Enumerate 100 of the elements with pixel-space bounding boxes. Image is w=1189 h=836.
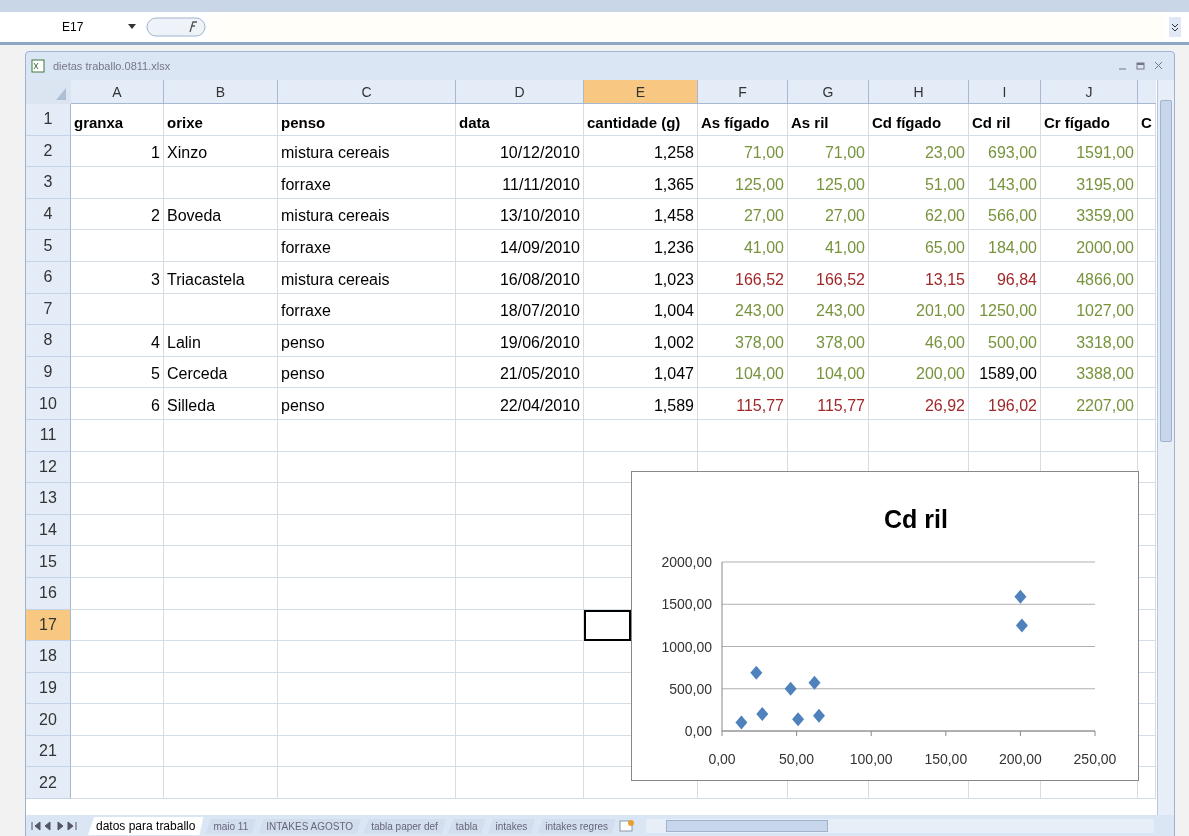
row-header[interactable]: 14	[26, 514, 71, 547]
data-point	[792, 712, 805, 727]
column-header[interactable]: I	[969, 80, 1041, 104]
table-cell: 1,236	[584, 230, 698, 262]
table-cell: 2	[71, 198, 164, 231]
row-header[interactable]: 2	[26, 135, 71, 168]
table-cell: mistura cereais	[278, 135, 456, 168]
column-header[interactable]: B	[164, 80, 278, 104]
table-cell: 21/05/2010	[456, 356, 584, 389]
sheet-tab[interactable]: tabla	[447, 818, 486, 834]
function-icon[interactable]	[146, 17, 206, 37]
sheet-tab[interactable]: intakes	[487, 818, 536, 834]
table-cell: 104,00	[788, 356, 869, 389]
table-cell: 41,00	[788, 230, 869, 262]
table-cell: 5	[71, 356, 164, 389]
table-cell: 51,00	[869, 167, 969, 199]
row-header[interactable]: 4	[26, 198, 71, 231]
row-header[interactable]: 15	[26, 546, 71, 578]
sheet-tab[interactable]: INTAKES AGOSTO	[258, 818, 362, 834]
window-title: dietas traballo.0811.xlsx	[53, 60, 171, 72]
column-header[interactable]: F	[698, 80, 788, 104]
table-cell: 1,047	[584, 356, 698, 389]
table-cell	[1138, 167, 1156, 199]
data-point	[1014, 589, 1027, 604]
maximize-icon[interactable]	[1136, 61, 1146, 71]
table-cell: 4866,00	[1041, 261, 1138, 294]
table-cell: 4	[71, 325, 164, 357]
row-header[interactable]: 13	[26, 483, 71, 515]
table-cell	[1138, 356, 1156, 389]
column-header[interactable]: A	[71, 80, 164, 104]
table-cell: 1,004	[584, 293, 698, 326]
y-axis-label: 1500,00	[661, 596, 712, 613]
row-header[interactable]: 17	[26, 609, 71, 642]
table-cell: 65,00	[869, 230, 969, 262]
row-header[interactable]: 18	[26, 641, 71, 673]
sheet-tab[interactable]: maio 11	[205, 818, 257, 834]
row-header[interactable]: 12	[26, 451, 71, 484]
column-header[interactable]: E	[584, 80, 698, 104]
row-header[interactable]: 6	[26, 261, 71, 294]
table-cell: 200,00	[869, 356, 969, 389]
x-axis-label: 150,00	[924, 751, 968, 767]
table-cell: As ril	[788, 104, 869, 136]
table-cell: 71,00	[788, 135, 869, 168]
table-cell: 2207,00	[1041, 388, 1138, 420]
row-header[interactable]: 3	[26, 167, 71, 199]
row-header[interactable]: 19	[26, 672, 71, 705]
table-cell: 10/12/2010	[456, 135, 584, 168]
chart-area[interactable]: Cd ril 0,00 500,00 1000,00 1500,00 2000,00 0,00 50,00 100,00 150,00 200,00 250,00	[631, 471, 1139, 781]
sheet-tab[interactable]: datos para traballo	[88, 817, 204, 835]
row-header[interactable]: 8	[26, 325, 71, 357]
close-icon[interactable]	[1154, 61, 1164, 71]
table-cell: Cd ril	[969, 104, 1041, 136]
table-cell: penso	[278, 388, 456, 420]
table-cell: 1,002	[584, 325, 698, 357]
table-cell: Cerceda	[164, 356, 278, 389]
column-header[interactable]: H	[869, 80, 969, 104]
row-header[interactable]: 10	[26, 388, 71, 420]
table-cell: 1,258	[584, 135, 698, 168]
expand-icon[interactable]	[1169, 17, 1181, 37]
table-cell: mistura cereais	[278, 261, 456, 294]
new-sheet-icon[interactable]	[618, 819, 637, 833]
table-cell: 1250,00	[969, 293, 1041, 326]
row-header[interactable]: 20	[26, 704, 71, 736]
row-header[interactable]: 7	[26, 293, 71, 326]
caret-icon[interactable]	[128, 24, 136, 30]
table-cell: 3	[71, 261, 164, 294]
table-cell: 1589,00	[969, 356, 1041, 389]
table-cell: Silleda	[164, 388, 278, 420]
table-cell: 500,00	[969, 325, 1041, 357]
column-header[interactable]: D	[456, 80, 584, 104]
table-cell	[1138, 198, 1156, 231]
table-cell: 143,00	[969, 167, 1041, 199]
spreadsheet-icon	[31, 59, 45, 73]
table-cell: 1591,00	[1041, 135, 1138, 168]
sheet-tab[interactable]: tabla paper def	[363, 818, 446, 834]
row-header[interactable]: 22	[26, 767, 71, 800]
table-cell: 115,77	[698, 388, 788, 420]
column-header[interactable]: G	[788, 80, 869, 104]
row-header[interactable]: 21	[26, 735, 71, 768]
selected-cell[interactable]	[584, 609, 631, 642]
row-header[interactable]: 16	[26, 577, 71, 610]
table-cell: 201,00	[869, 293, 969, 326]
table-cell: Xinzo	[164, 135, 278, 168]
table-cell: 23,00	[869, 135, 969, 168]
table-cell: 3195,00	[1041, 167, 1138, 199]
name-box[interactable]: E17	[12, 20, 142, 34]
column-header[interactable]: J	[1041, 80, 1138, 104]
table-cell: 115,77	[788, 388, 869, 420]
table-cell	[1138, 388, 1156, 420]
column-header[interactable]: C	[278, 80, 456, 104]
row-header[interactable]: 5	[26, 230, 71, 262]
row-header[interactable]: 1	[26, 104, 71, 136]
horizontal-scrollbar[interactable]	[646, 819, 1154, 833]
vertical-scrollbar[interactable]	[1157, 80, 1174, 815]
sheet-tab[interactable]: intakes regres	[537, 818, 617, 834]
row-header[interactable]: 9	[26, 356, 71, 389]
table-cell: 11/11/2010	[456, 167, 584, 199]
table-cell: 22/04/2010	[456, 388, 584, 420]
table-cell: 196,02	[969, 388, 1041, 420]
row-header[interactable]: 11	[26, 419, 71, 452]
